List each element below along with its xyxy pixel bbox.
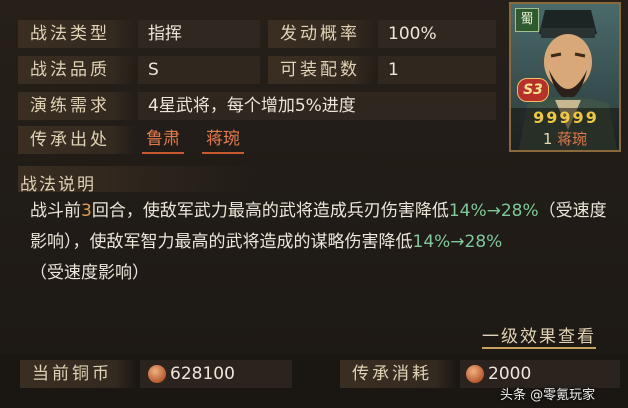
current-coins-value: 628100: [170, 364, 235, 384]
desc-rounds: 3: [81, 201, 92, 221]
general-name: 蒋琬: [557, 130, 588, 148]
desc-range-2: 14%→28%: [412, 232, 503, 252]
watermark: 头条 @零氪玩家: [500, 388, 596, 403]
desc-range-1: 14%→28%: [448, 201, 539, 221]
general-cost: 1: [542, 130, 553, 148]
value-drill-requirement: 4星武将，每个增加5%进度: [138, 92, 496, 120]
copper-coin-icon: [466, 365, 484, 383]
desc-part-4: （受速度影响）: [30, 263, 149, 283]
value-equip-count: 1: [378, 56, 496, 84]
label-inherit-source: 传承出处: [18, 126, 136, 154]
value-tactic-grade: S: [138, 56, 260, 84]
label-trigger-rate: 发动概率: [268, 20, 376, 48]
general-portrait-card[interactable]: 蜀 S3 99999 1 蒋琬: [509, 2, 621, 152]
label-current-coins: 当前铜币: [20, 360, 138, 388]
label-equip-count: 可装配数: [268, 56, 376, 84]
label-tactic-grade: 战法品质: [18, 56, 136, 84]
inherit-cost-value: 2000: [488, 364, 532, 384]
description-text: 战斗前3回合，使敌军武力最高的武将造成兵刃伤害降低14%→28%（受速度影响），…: [30, 196, 615, 289]
level-one-effect-link[interactable]: 一级效果查看: [482, 322, 596, 349]
source-jiangwan-link[interactable]: 蒋琬: [202, 126, 244, 154]
label-tactic-type: 战法类型: [18, 20, 136, 48]
desc-part-1: 战斗前: [30, 201, 81, 221]
value-trigger-rate: 100%: [378, 20, 496, 48]
star-rating: 99999: [533, 108, 599, 127]
description-header-bg: [18, 166, 618, 192]
source-lusu-link[interactable]: 鲁肃: [142, 126, 184, 154]
copper-coin-icon: [148, 365, 166, 383]
label-inherit-cost: 传承消耗: [340, 360, 458, 388]
tactic-detail-panel: 战法类型 指挥 发动概率 100% 战法品质 S 可装配数 1 演练需求 4星武…: [0, 0, 628, 408]
description-title: 战法说明: [20, 175, 96, 195]
current-coins-box: 628100: [140, 360, 292, 388]
general-name-line: 1 蒋琬: [511, 128, 619, 149]
label-drill-requirement: 演练需求: [18, 92, 136, 120]
value-tactic-type: 指挥: [138, 20, 260, 48]
desc-part-2: 回合，使敌军武力最高的武将造成兵刃伤害降低: [91, 201, 449, 221]
grade-badge: S3: [517, 78, 549, 102]
faction-badge: 蜀: [515, 8, 539, 32]
